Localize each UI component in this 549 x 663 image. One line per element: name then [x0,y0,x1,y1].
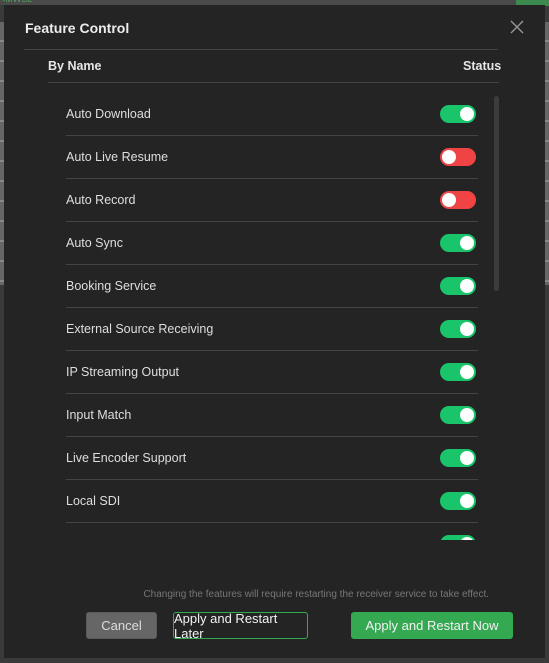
toggle-knob [460,107,474,121]
title-divider [24,49,498,50]
background-app-text: <MWS2 [0,0,32,4]
feature-row [66,523,478,540]
toggle-knob [460,279,474,293]
apply-restart-now-button[interactable]: Apply and Restart Now [351,612,513,639]
feature-row: Auto Live Resume [66,136,478,179]
feature-toggle[interactable] [440,320,476,338]
feature-toggle[interactable] [440,277,476,295]
feature-row: External Source Receiving [66,308,478,351]
feature-row: Auto Sync [66,222,478,265]
feature-toggle[interactable] [440,492,476,510]
feature-label: Auto Sync [66,236,123,250]
feature-toggle[interactable] [440,105,476,123]
close-icon[interactable] [509,19,525,35]
feature-label: IP Streaming Output [66,365,180,379]
toggle-knob [460,451,474,465]
feature-label: Auto Live Resume [66,150,169,164]
feature-toggle[interactable] [440,363,476,381]
toggle-knob [442,150,456,164]
feature-row: Booking Service [66,265,478,308]
restart-note: Changing the features will require resta… [143,589,489,600]
toggle-knob [442,193,456,207]
feature-toggle[interactable] [440,191,476,209]
feature-row: Local SDI [66,480,478,523]
toggle-knob [460,365,474,379]
feature-row: Input Match [66,394,478,437]
column-header-status[interactable]: Status [463,59,501,73]
dialog-title: Feature Control [25,20,130,36]
feature-toggle[interactable] [440,406,476,424]
feature-toggle[interactable] [440,449,476,467]
toggle-knob [460,537,474,540]
feature-toggle[interactable] [440,234,476,252]
feature-label: Booking Service [66,279,157,293]
feature-toggle[interactable] [440,535,476,540]
feature-label: Auto Download [66,107,151,121]
feature-toggle[interactable] [440,148,476,166]
apply-restart-later-button[interactable]: Apply and Restart Later [173,611,308,641]
feature-label: Local SDI [66,494,121,508]
feature-row: Auto Record [66,179,478,222]
feature-label: External Source Receiving [66,322,214,336]
toggle-knob [460,322,474,336]
background-app-right [545,22,549,285]
feature-row: Auto Download [66,93,478,136]
header-divider [48,82,499,83]
feature-control-dialog: Feature Control By Name Status Auto Down… [4,5,545,658]
column-header-name[interactable]: By Name [48,59,102,73]
toggle-knob [460,236,474,250]
feature-row: Live Encoder Support [66,437,478,480]
cancel-button[interactable]: Cancel [86,612,157,639]
feature-label: Auto Record [66,193,136,207]
scrollbar[interactable] [494,96,499,291]
toggle-knob [460,408,474,422]
feature-row: IP Streaming Output [66,351,478,394]
feature-label: Live Encoder Support [66,451,187,465]
toggle-knob [460,494,474,508]
feature-label: Input Match [66,408,132,422]
feature-list: Auto Download Auto Live Resume Auto Record… [66,93,478,540]
